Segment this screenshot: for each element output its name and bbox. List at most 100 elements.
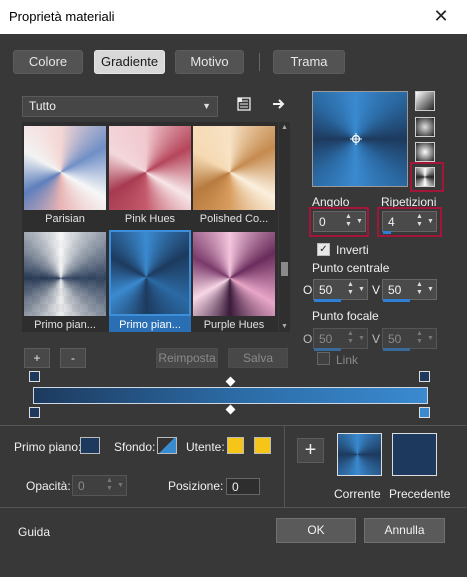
sfondo-label: Sfondo: [114,440,156,454]
spin-updown-icon[interactable]: ▲ ▼ [106,477,115,493]
reset-button[interactable]: Reimposta [156,348,218,368]
add-swatch-button[interactable]: + [297,438,324,463]
remove-gradient-button[interactable]: - [60,348,86,368]
title-bar: Proprietà materiali ✕ [0,0,467,34]
corrente-swatch[interactable] [337,433,382,476]
posizione-value: 0 [232,480,239,494]
tab-colore[interactable]: Colore [13,50,83,74]
thumb-parisian[interactable]: Parisian [24,126,106,225]
angolo-value: 0 [319,215,326,229]
spin-updown-icon[interactable]: ▲ ▼ [347,330,356,346]
style-radial-button[interactable] [415,142,435,162]
sfondo-swatch[interactable] [157,437,177,454]
close-icon[interactable]: ✕ [431,5,451,27]
utente-swatch-2[interactable] [254,437,271,454]
tab-motivo[interactable]: Motivo [175,50,244,74]
divider [284,425,285,507]
utente-label: Utente: [186,440,225,454]
thumb-pink-hues[interactable]: Pink Hues [109,126,191,225]
ripetizioni-value: 4 [388,215,395,229]
opacity-stop-right[interactable] [419,371,430,382]
chevron-down-icon[interactable]: ▼ [427,335,436,343]
opacita-label: Opacità: [26,479,71,493]
thumb-primo-piano-2[interactable]: Primo pian... [109,230,191,332]
thumb-image [193,126,275,210]
corrente-label: Corrente [334,487,381,501]
centro-o-value: 50 [319,283,333,297]
spin-updown-icon[interactable]: ▲ ▼ [347,281,356,297]
tab-trama[interactable]: Trama [273,50,345,74]
chevron-down-icon[interactable]: ▼ [356,218,365,226]
ok-button[interactable]: OK [276,518,356,543]
centro-v-spinner[interactable]: 50 ▲ ▼ ▼ [382,279,437,302]
primo-piano-swatch[interactable] [80,437,100,454]
color-stop-right[interactable] [419,407,430,418]
color-midpoint-diamond[interactable] [225,404,236,415]
scroll-down-icon[interactable]: ▼ [280,323,289,330]
focale-v-spinner[interactable]: 50 ▲ ▼ ▼ [382,328,437,351]
chevron-down-icon[interactable]: ▼ [358,335,367,343]
ripetizioni-spinner[interactable]: 4 ▲ ▼ ▼ [382,211,437,234]
primo-piano-label: Primo piano: [14,440,82,454]
library-scrollbar[interactable]: ▲ ▼ [279,122,290,332]
chevron-down-icon[interactable]: ▼ [427,218,436,226]
centro-o-label: O [303,283,313,297]
opacity-midpoint-diamond[interactable] [225,376,236,387]
punto-centrale-label: Punto centrale [312,261,390,275]
utente-swatch[interactable] [227,437,244,454]
gradient-preview[interactable] [312,91,408,187]
thumb-image [24,126,106,210]
centro-v-value: 50 [388,283,402,297]
ripetizioni-bar [383,231,391,234]
color-stop-left[interactable] [29,407,40,418]
spin-updown-icon[interactable]: ▲ ▼ [345,213,354,229]
library-menu-icon[interactable] [235,96,253,114]
annulla-button[interactable]: Annulla [364,518,445,543]
punto-focale-label: Punto focale [312,309,379,323]
inverti-label: Inverti [336,243,369,257]
chevron-down-icon[interactable]: ▼ [358,286,367,294]
focale-v-label: V [372,332,381,346]
style-linear-button[interactable] [415,91,435,111]
thumb-image [109,230,191,316]
category-dropdown[interactable]: Tutto ▼ [22,96,218,117]
gradient-bar[interactable] [33,387,428,404]
angolo-spinner[interactable]: 0 ▲ ▼ ▼ [313,211,366,232]
focale-o-spinner[interactable]: 50 ▲ ▼ ▼ [313,328,368,351]
opacita-value: 0 [78,479,85,493]
spin-updown-icon[interactable]: ▲ ▼ [416,330,425,346]
spin-updown-icon[interactable]: ▲ ▼ [416,281,425,297]
style-rectangular-button[interactable] [415,117,435,137]
centro-v-bar [383,299,410,302]
centro-o-spinner[interactable]: 50 ▲ ▼ ▼ [313,279,368,302]
opacity-stop-left[interactable] [29,371,40,382]
thumb-primo-piano-1[interactable]: Primo pian... [24,232,106,331]
add-gradient-button[interactable]: + [24,348,50,368]
save-button[interactable]: Salva [228,348,288,368]
arrow-right-icon[interactable] [270,96,288,114]
spin-updown-icon[interactable]: ▲ ▼ [416,213,425,229]
tab-gradiente[interactable]: Gradiente [94,50,165,74]
scrollbar-thumb[interactable] [281,262,288,276]
posizione-input[interactable]: 0 [226,478,260,495]
gradient-library: Parisian Pink Hues Polished Co... Primo … [22,122,278,332]
guida-link[interactable]: Guida [18,525,50,539]
precedente-swatch[interactable] [392,433,437,476]
chevron-down-icon[interactable]: ▼ [427,286,436,294]
thumb-image [193,232,275,316]
centro-v-label: V [372,283,381,297]
sunburst-highlight [410,162,444,192]
thumb-purple-hues[interactable]: Purple Hues [193,232,275,331]
centro-o-bar [314,299,341,302]
link-checkbox[interactable] [317,352,330,365]
thumb-label: Purple Hues [203,319,265,331]
inverti-checkbox[interactable]: ✓ [317,243,330,256]
link-label: Link [336,353,359,367]
crosshair-icon[interactable] [350,133,362,145]
focale-o-value: 50 [319,332,333,346]
scroll-up-icon[interactable]: ▲ [280,124,289,131]
thumb-polished-copper[interactable]: Polished Co... [193,126,275,225]
posizione-label: Posizione: [168,479,224,493]
opacita-spinner[interactable]: 0 ▲ ▼ ▼ [72,475,127,496]
chevron-down-icon[interactable]: ▼ [117,482,126,490]
